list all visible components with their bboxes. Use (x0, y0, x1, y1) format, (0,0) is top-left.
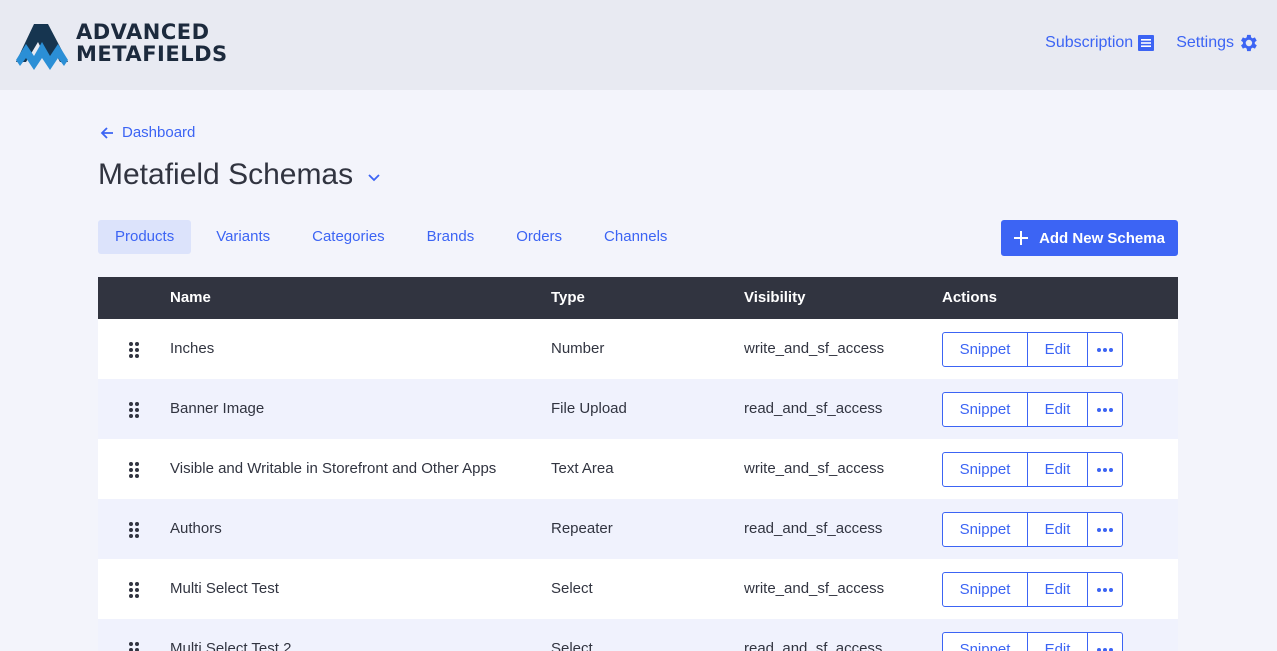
logo[interactable]: ADVANCED METAFIELDS (14, 16, 228, 70)
table-header: Name Type Visibility Actions (98, 277, 1178, 319)
more-options-button[interactable] (1088, 392, 1123, 427)
edit-button[interactable]: Edit (1028, 332, 1088, 367)
snippet-button[interactable]: Snippet (942, 512, 1028, 547)
table-row: Inches Number write_and_sf_access Snippe… (98, 319, 1178, 379)
row-actions: Snippet Edit (942, 452, 1123, 487)
ellipsis-icon (1097, 647, 1113, 651)
cell-type: File Upload (551, 400, 627, 417)
back-label: Dashboard (122, 124, 196, 141)
logo-line-2: METAFIELDS (76, 42, 228, 66)
column-header-name: Name (170, 289, 211, 306)
page-title-block: Metafield Schemas (98, 158, 381, 192)
row-actions: Snippet Edit (942, 392, 1123, 427)
more-options-button[interactable] (1088, 512, 1123, 547)
table-row: Multi Select Test 2 Select read_and_sf_a… (98, 619, 1178, 651)
column-header-type: Type (551, 289, 585, 306)
logo-line-1: ADVANCED (76, 20, 210, 44)
receipt-icon (1138, 35, 1155, 51)
ellipsis-icon (1097, 527, 1113, 532)
cell-type: Text Area (551, 460, 614, 477)
cell-visibility: write_and_sf_access (744, 460, 885, 477)
tab-orders[interactable]: Orders (499, 220, 579, 254)
logo-mark-icon (16, 24, 68, 70)
plus-icon (1014, 231, 1029, 245)
tab-variants[interactable]: Variants (199, 220, 287, 254)
drag-handle-icon[interactable] (128, 341, 140, 359)
ellipsis-icon (1097, 587, 1113, 592)
back-to-dashboard-link[interactable]: Dashboard (99, 124, 195, 141)
edit-button[interactable]: Edit (1028, 392, 1088, 427)
settings-link[interactable]: Settings (1176, 32, 1259, 54)
cell-type: Select (551, 580, 593, 597)
ellipsis-icon (1097, 467, 1113, 472)
cell-visibility: write_and_sf_access (744, 340, 885, 357)
snippet-button[interactable]: Snippet (942, 632, 1028, 651)
cell-type: Repeater (551, 520, 613, 537)
top-nav: Subscription Settings (1045, 32, 1259, 54)
cell-visibility: write_and_sf_access (744, 580, 885, 597)
chevron-down-icon[interactable] (367, 170, 381, 184)
gear-icon (1241, 34, 1257, 52)
column-header-visibility: Visibility (744, 289, 806, 306)
table-row: Banner Image File Upload read_and_sf_acc… (98, 379, 1178, 439)
snippet-button[interactable]: Snippet (942, 572, 1028, 607)
drag-handle-icon[interactable] (128, 461, 140, 479)
table-body: Inches Number write_and_sf_access Snippe… (98, 319, 1178, 651)
add-new-schema-button[interactable]: Add New Schema (1001, 220, 1178, 256)
row-actions: Snippet Edit (942, 332, 1123, 367)
cell-visibility: read_and_sf_access (744, 640, 883, 651)
row-actions: Snippet Edit (942, 512, 1123, 547)
snippet-button[interactable]: Snippet (942, 392, 1028, 427)
row-actions: Snippet Edit (942, 632, 1123, 651)
more-options-button[interactable] (1088, 572, 1123, 607)
drag-handle-icon[interactable] (128, 401, 140, 419)
more-options-button[interactable] (1088, 332, 1123, 367)
table-row: Authors Repeater read_and_sf_access Snip… (98, 499, 1178, 559)
tab-products[interactable]: Products (98, 220, 192, 254)
entity-tabs: Products Variants Categories Brands Orde… (98, 220, 692, 254)
snippet-button[interactable]: Snippet (942, 332, 1028, 367)
edit-button[interactable]: Edit (1028, 632, 1088, 651)
cell-name: Multi Select Test (170, 580, 279, 597)
subscription-link[interactable]: Subscription (1045, 33, 1156, 53)
table-row: Multi Select Test Select write_and_sf_ac… (98, 559, 1178, 619)
cell-name: Multi Select Test 2 (170, 640, 292, 651)
table-row: Visible and Writable in Storefront and O… (98, 439, 1178, 499)
row-actions: Snippet Edit (942, 572, 1123, 607)
drag-handle-icon[interactable] (128, 581, 140, 599)
drag-handle-icon[interactable] (128, 641, 140, 651)
cell-name: Inches (170, 340, 215, 357)
ellipsis-icon (1097, 407, 1113, 412)
cell-visibility: read_and_sf_access (744, 400, 883, 417)
arrow-left-icon (100, 126, 113, 139)
more-options-button[interactable] (1088, 632, 1123, 651)
cell-name: Banner Image (170, 400, 265, 417)
app-header: ADVANCED METAFIELDS Subscription Setting… (0, 0, 1277, 90)
schema-table: Name Type Visibility Actions Inches Numb… (98, 277, 1178, 651)
more-options-button[interactable] (1088, 452, 1123, 487)
edit-button[interactable]: Edit (1028, 512, 1088, 547)
edit-button[interactable]: Edit (1028, 572, 1088, 607)
logo-text: ADVANCED METAFIELDS (76, 21, 228, 65)
cell-visibility: read_and_sf_access (744, 520, 883, 537)
cell-type: Number (551, 340, 605, 357)
cell-type: Select (551, 640, 593, 651)
column-header-actions: Actions (942, 289, 998, 306)
subscription-label: Subscription (1045, 34, 1134, 51)
tab-brands[interactable]: Brands (410, 220, 492, 254)
drag-handle-icon[interactable] (128, 521, 140, 539)
cell-name: Authors (170, 520, 222, 537)
tab-categories[interactable]: Categories (295, 220, 402, 254)
cell-name: Visible and Writable in Storefront and O… (170, 460, 497, 477)
tab-channels[interactable]: Channels (587, 220, 684, 254)
edit-button[interactable]: Edit (1028, 452, 1088, 487)
page-title: Metafield Schemas (98, 158, 354, 191)
ellipsis-icon (1097, 347, 1113, 352)
settings-label: Settings (1176, 34, 1234, 51)
add-new-schema-label: Add New Schema (1039, 229, 1165, 247)
snippet-button[interactable]: Snippet (942, 452, 1028, 487)
